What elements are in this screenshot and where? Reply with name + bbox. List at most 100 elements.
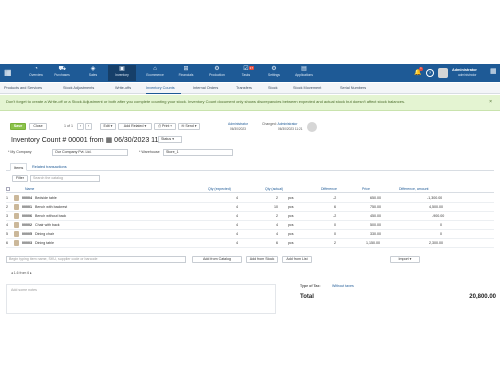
next-record-button[interactable]: › [85, 123, 92, 130]
page-title: Inventory Count # 00001 from ▦ 06/30/202… [11, 136, 168, 144]
select-all-checkbox[interactable] [6, 187, 10, 191]
save-button[interactable]: Save [10, 123, 26, 130]
col-difference[interactable]: Difference [321, 187, 337, 191]
product-name[interactable]: Bench without back [35, 214, 66, 218]
nav-ecommerce[interactable]: ⌂ Ecommerce [141, 65, 169, 81]
add-from-list-button[interactable]: Add from List [282, 256, 312, 263]
table-row[interactable]: 2 00001 Bench with backrest 4 10 pcs 6 7… [6, 203, 494, 212]
row-number: 6 [6, 241, 8, 245]
product-code: 00004 [22, 196, 32, 200]
subnav-stock[interactable]: Stock [268, 86, 278, 90]
add-from-stock-button[interactable]: Add from Stock [246, 256, 278, 263]
subnav-transfers[interactable]: Transfers [236, 86, 252, 90]
changed-at: 06/30/2023 11:21 [278, 127, 303, 131]
warehouse-label-text: Warehouse [141, 150, 160, 154]
app-logo-icon[interactable]: ▦ [4, 68, 13, 77]
nav-sales[interactable]: ◈ Sales [79, 65, 107, 81]
col-qty-expected[interactable]: Qty (expected) [208, 187, 231, 191]
edit-button[interactable]: Edit ▾ [100, 123, 116, 130]
subnav-serial-numbers[interactable]: Serial Numbers [340, 86, 366, 90]
qty-expected: 4 [236, 232, 238, 236]
nav-inventory[interactable]: ▣ Inventory [108, 65, 136, 81]
nav-settings[interactable]: ⚙ Settings [260, 65, 288, 81]
nav-purchases[interactable]: ⛟ Purchases [48, 65, 76, 81]
qty-actual[interactable]: 4 [276, 232, 278, 236]
product-name[interactable]: Dining table [35, 241, 54, 245]
tax-type-label: Type of Tax: [300, 284, 321, 288]
company-field[interactable]: Our Company Pvt. Ltd. [52, 149, 128, 156]
subnav-inventory-counts[interactable]: Inventory Counts [146, 86, 175, 90]
subnav-products-and-services[interactable]: Products and Services [4, 86, 42, 90]
table-row[interactable]: 1 00004 Bedside table 4 2 pcs -2 650.00 … [6, 194, 494, 203]
changed-by[interactable]: Administrator [277, 122, 297, 126]
apps-grid-icon[interactable]: ▦ [490, 68, 498, 76]
difference: -2 [333, 214, 337, 218]
close-icon[interactable]: × [489, 99, 492, 105]
add-from-catalog-button[interactable]: Add from Catalog [192, 256, 242, 263]
nav-financials[interactable]: ⊞ Financials [172, 65, 200, 81]
send-label: Send [185, 124, 194, 128]
qty-actual[interactable]: 4 [276, 223, 278, 227]
status-select[interactable]: Status ▾ [158, 136, 182, 143]
product-name[interactable]: Bench with backrest [35, 205, 67, 209]
add-item-input[interactable]: Begin typing item name, SKU, supplier co… [6, 256, 186, 263]
warehouse-field[interactable]: Store_1 [163, 149, 233, 156]
changed-info: Changed: Administrator [262, 122, 298, 126]
catalog-search-input[interactable]: Search the catalog [30, 175, 100, 182]
filter-button[interactable]: Filter [12, 175, 28, 182]
tax-type-value[interactable]: Without taxes [332, 284, 354, 288]
product-name[interactable]: Chair with back [35, 223, 60, 227]
table-row[interactable]: 3 00006 Bench without back 4 2 pcs -2 45… [6, 212, 494, 221]
nav-production[interactable]: ⚙ Production [203, 65, 231, 81]
nav-applications[interactable]: ▤ Applications [290, 65, 318, 81]
qty-actual[interactable]: 2 [276, 196, 278, 200]
product-name[interactable]: Bedside table [35, 196, 57, 200]
changed-label: Changed [262, 122, 276, 126]
print-label: Print [161, 124, 170, 128]
table-row[interactable]: 5 00005 Dining chair 4 4 pcs 0 330.00 0 [6, 230, 494, 239]
tab-items[interactable]: Items [10, 163, 28, 171]
table-row[interactable]: 4 00002 Chair with back 4 4 pcs 0 500.00… [6, 221, 494, 230]
document-number[interactable]: 00001 [68, 137, 87, 144]
prev-record-button[interactable]: ‹ [77, 123, 84, 130]
qty-actual[interactable]: 2 [276, 214, 278, 218]
notes-area[interactable]: Add some notes [6, 284, 276, 314]
nav-overview[interactable]: ◔ Overview [22, 65, 50, 81]
factory-icon: ⚙ [214, 66, 220, 72]
difference-amount: 0 [440, 232, 442, 236]
created-by[interactable]: Administrator [228, 122, 248, 126]
qty-actual[interactable]: 6 [276, 241, 278, 245]
close-button[interactable]: Close [29, 123, 47, 130]
user-name[interactable]: Administrator [452, 68, 477, 72]
price: 1,150.00 [366, 241, 380, 245]
help-icon[interactable]: ? [426, 69, 434, 77]
qty-expected: 4 [236, 223, 238, 227]
nav-sales-label: Sales [88, 73, 98, 77]
print-button[interactable]: ⎙ Print ▾ [154, 123, 176, 130]
add-related-button[interactable]: Add Related ▾ [118, 123, 152, 130]
product-name[interactable]: Dining chair [35, 232, 54, 236]
nav-tasks[interactable]: ☑ Tasks 17 [232, 65, 260, 81]
price: 500.00 [370, 223, 381, 227]
subnav-stock-movement[interactable]: Stock Movement [293, 86, 321, 90]
total-value: 20,800.00 [469, 294, 496, 300]
nav-ecommerce-label: Ecommerce [146, 73, 164, 77]
table-row[interactable]: 6 00003 Dining table 4 6 pcs 2 1,150.00 … [6, 239, 494, 248]
import-button[interactable]: Import ▾ [390, 256, 420, 263]
unit: pcs [288, 205, 294, 209]
send-button[interactable]: ✉ Send ▾ [178, 123, 200, 130]
subnav-write-offs[interactable]: Write-offs [115, 86, 131, 90]
col-qty-actual[interactable]: Qty (actual) [265, 187, 283, 191]
nav-applications-label: Applications [295, 73, 313, 77]
col-name[interactable]: Name [25, 187, 34, 191]
qty-actual[interactable]: 10 [274, 205, 278, 209]
avatar[interactable] [438, 68, 448, 78]
calendar-icon[interactable]: ▦ [106, 137, 113, 144]
subnav-stock-adjustments[interactable]: Stock Adjustments [63, 86, 94, 90]
col-difference-amount[interactable]: Difference, amount [399, 187, 429, 191]
product-code: 00002 [22, 223, 32, 227]
subnav-internal-orders[interactable]: Internal Orders [193, 86, 218, 90]
tab-related-transactions[interactable]: Related transactions [29, 163, 70, 171]
col-price[interactable]: Price [362, 187, 370, 191]
totals-summary: Type of Tax: Without taxes Total 20,800.… [300, 284, 500, 314]
